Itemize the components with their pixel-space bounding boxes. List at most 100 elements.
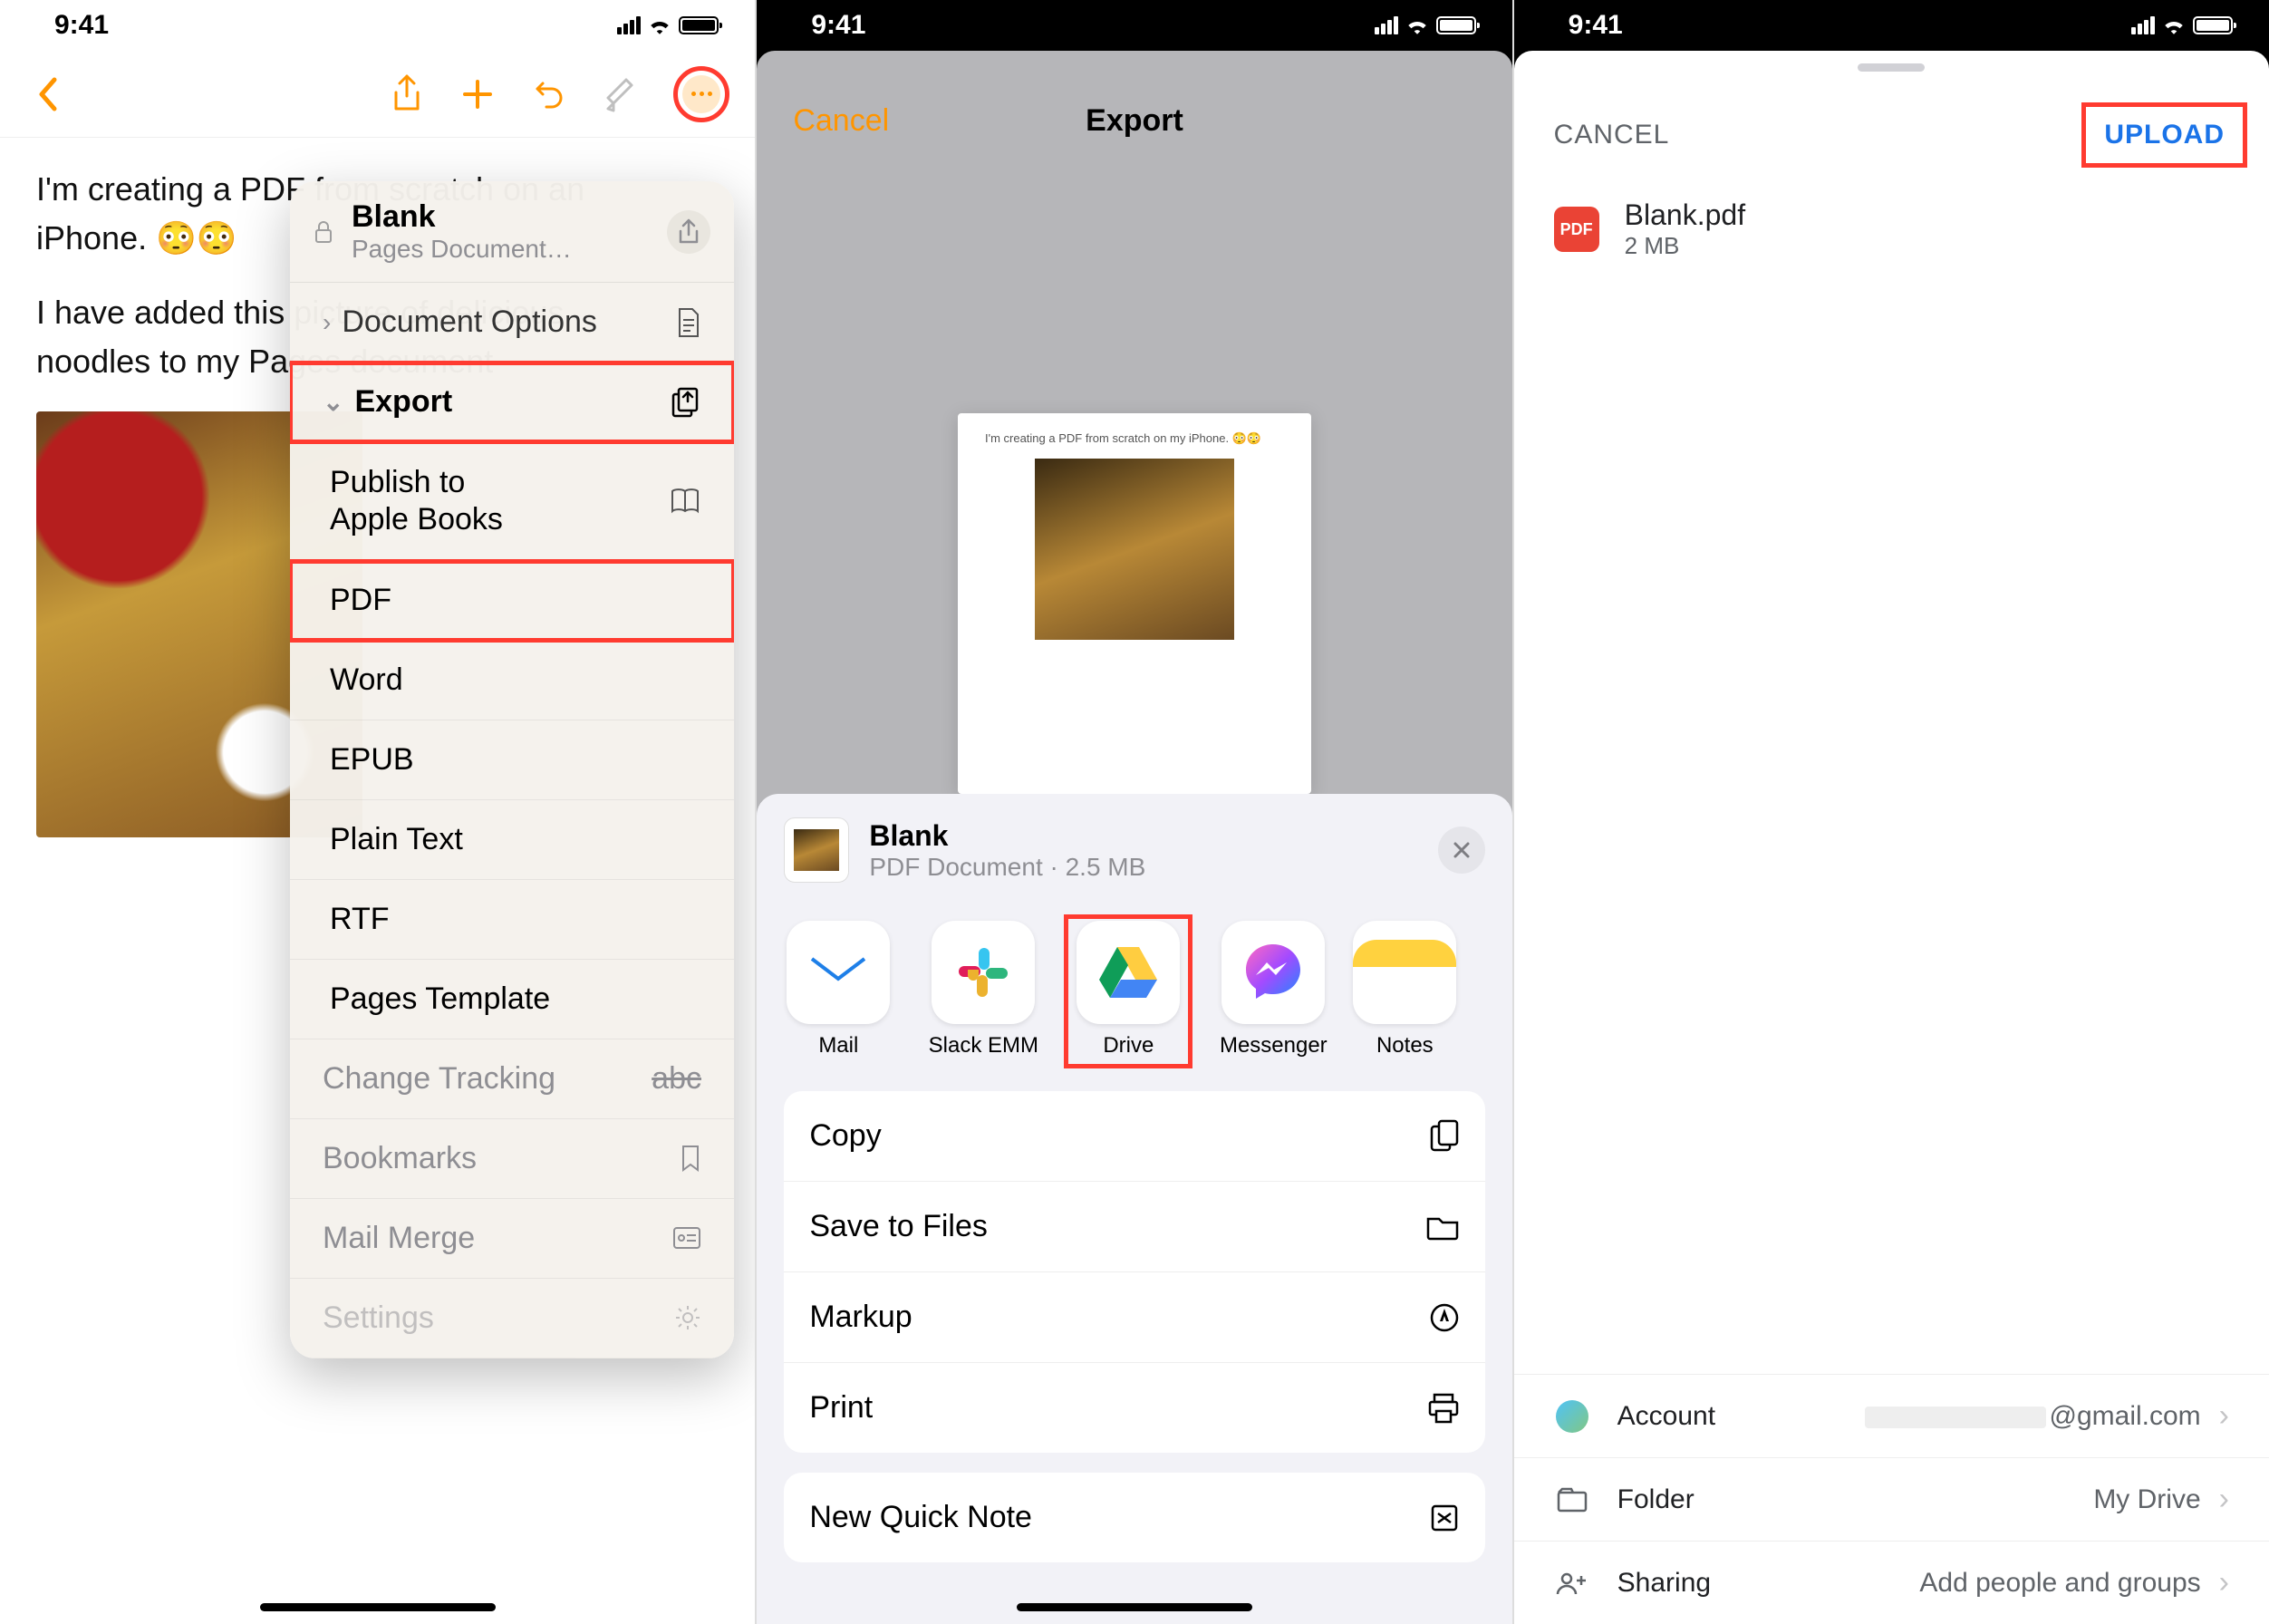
app-slack[interactable]: Slack EMM [929,921,1038,1058]
action-print[interactable]: Print [784,1363,1484,1453]
folder-icon [1425,1213,1460,1241]
word-label: Word [330,662,403,698]
drag-handle[interactable] [1858,63,1925,72]
upload-options: Account @gmail.com › Folder My Drive › [1514,1374,2269,1624]
share-file-meta: PDF Document · 2.5 MB [869,853,1145,882]
header-share-button[interactable] [667,210,710,254]
action-copy[interactable]: Copy [784,1091,1484,1182]
export-plaintext-row[interactable]: Plain Text [290,800,734,880]
print-label: Print [809,1390,873,1426]
file-thumbnail [784,817,849,883]
app-messenger[interactable]: Messenger [1219,921,1328,1058]
add-button[interactable] [456,72,499,116]
chevron-down-icon: ⌄ [323,387,343,417]
export-label: Export [354,384,452,420]
avatar-icon [1554,1400,1590,1433]
battery-icon [679,16,719,34]
sharing-value: Add people and groups [1919,1568,2200,1599]
change-tracking-value: abc [652,1061,701,1097]
more-button[interactable] [682,75,720,113]
quick-note-icon [1429,1503,1460,1533]
share-sheet: Blank PDF Document · 2.5 MB Mail [757,794,1511,1624]
rtf-label: RTF [330,902,389,937]
document-menu-dropdown: Blank Pages Document… › Document Options… [290,181,734,1358]
export-sheet-header: Cancel Export [757,71,1511,171]
app-notes[interactable]: Notes [1364,921,1445,1058]
battery-icon [1436,16,1476,34]
app-slack-label: Slack EMM [929,1033,1038,1058]
statusbar: 9:41 [0,0,755,51]
export-epub-row[interactable]: EPUB [290,720,734,800]
statusbar: 9:41 [1514,0,2269,51]
format-brush-icon[interactable] [597,72,641,116]
mail-merge-icon [672,1226,701,1250]
change-tracking-row[interactable]: Change Tracking abc [290,1039,734,1119]
action-markup[interactable]: Markup [784,1272,1484,1363]
bookmark-icon [680,1145,701,1172]
battery-icon [2193,16,2233,34]
bookmarks-label: Bookmarks [323,1141,477,1176]
template-label: Pages Template [330,981,550,1017]
markup-icon [1429,1302,1460,1333]
home-indicator [1017,1603,1252,1611]
export-icon [671,387,701,418]
document-options-row[interactable]: › Document Options [290,283,734,362]
folder-row[interactable]: Folder My Drive › [1514,1457,2269,1541]
chevron-right-icon: › [2219,1398,2229,1434]
wifi-icon [2162,16,2186,34]
cancel-button[interactable]: CANCEL [1554,120,1670,150]
change-tracking-label: Change Tracking [323,1061,555,1097]
action-quick-note[interactable]: New Quick Note [784,1473,1484,1562]
upload-button[interactable]: UPLOAD [2104,120,2225,150]
document-icon [676,307,701,338]
preview-image [1035,459,1234,640]
export-sheet-bg: Cancel Export I'm creating a PDF from sc… [757,51,1511,1624]
app-drive-highlight[interactable]: Drive [1068,919,1188,1064]
close-button[interactable] [1438,826,1485,874]
gear-icon [674,1304,701,1331]
chevron-right-icon: › [2219,1482,2229,1517]
people-add-icon [1554,1571,1590,1596]
markup-label: Markup [809,1300,912,1335]
home-indicator [260,1603,496,1611]
folder-value: My Drive [2093,1484,2200,1515]
export-rtf-row[interactable]: RTF [290,880,734,960]
epub-label: EPUB [330,742,414,778]
sharing-row[interactable]: Sharing Add people and groups › [1514,1541,2269,1624]
drive-icon [1077,921,1180,1024]
panel-share-sheet: 9:41 Cancel Export I'm creating a PDF fr… [755,0,1511,1624]
share-icon[interactable] [385,72,429,116]
back-button[interactable] [25,72,69,116]
cancel-button[interactable]: Cancel [793,103,889,139]
app-mail[interactable]: Mail [784,921,893,1058]
account-row[interactable]: Account @gmail.com › [1514,1374,2269,1457]
lock-icon [314,219,333,245]
app-mail-label: Mail [818,1033,858,1058]
publish-apple-books-row[interactable]: Publish to Apple Books [290,442,734,561]
folder-icon [1554,1487,1590,1513]
messenger-icon [1221,921,1325,1024]
publish-label: Publish to Apple Books [330,464,503,538]
export-pdf-row[interactable]: PDF [290,561,734,641]
settings-row[interactable]: Settings [290,1279,734,1358]
status-time: 9:41 [54,10,109,41]
upload-file-name: Blank.pdf [1625,198,1745,232]
mail-merge-row[interactable]: Mail Merge [290,1199,734,1279]
app-row: Mail Slack EMM Drive [757,899,1511,1077]
export-word-row[interactable]: Word [290,641,734,720]
chevron-right-icon: › [323,308,331,337]
bookmarks-row[interactable]: Bookmarks [290,1119,734,1199]
export-template-row[interactable]: Pages Template [290,960,734,1039]
export-row[interactable]: ⌄ Export [290,362,734,442]
more-button-highlight [673,66,729,122]
upload-file-row[interactable]: PDF Blank.pdf 2 MB [1514,182,2269,276]
cellular-icon [2131,16,2155,34]
action-save-files[interactable]: Save to Files [784,1182,1484,1272]
mail-merge-label: Mail Merge [323,1221,475,1256]
dropdown-header: Blank Pages Document… [290,181,734,283]
undo-button[interactable] [526,72,570,116]
doc-subtitle: Pages Document… [352,235,649,264]
settings-label: Settings [323,1300,434,1336]
status-icons [1375,16,1476,34]
app-drive-label: Drive [1103,1033,1154,1058]
